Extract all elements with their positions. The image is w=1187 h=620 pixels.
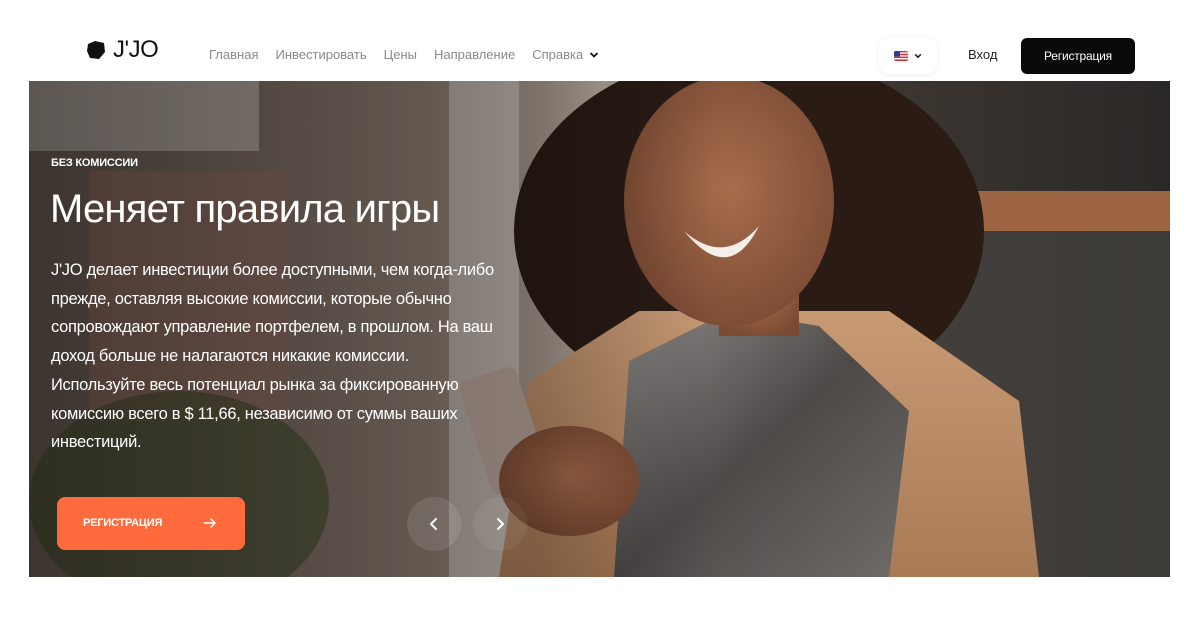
- logo-mark-icon: [87, 41, 105, 59]
- chevron-down-icon: [914, 54, 922, 58]
- top-navigation: J'JO Главная Инвестировать Цены Направле…: [0, 0, 1187, 80]
- us-flag-icon: [894, 51, 908, 61]
- nav-item-invest[interactable]: Инвестировать: [275, 47, 366, 62]
- nav-item-help[interactable]: Справка: [532, 47, 599, 62]
- hero-content: БЕЗ КОМИССИИ Меняет правила игры J'JO де…: [29, 81, 1170, 577]
- hero-banner: БЕЗ КОМИССИИ Меняет правила игры J'JO де…: [29, 81, 1170, 577]
- chevron-left-icon: [430, 518, 437, 530]
- arrow-right-icon: [203, 518, 216, 528]
- nav-item-home[interactable]: Главная: [209, 47, 258, 62]
- main-menu: Главная Инвестировать Цены Направление С…: [209, 47, 599, 62]
- hero-description: J'JO делает инвестиции более доступными,…: [51, 261, 494, 452]
- signup-button[interactable]: Регистрация: [1021, 38, 1135, 74]
- language-selector[interactable]: [879, 38, 937, 74]
- hero-signup-button[interactable]: РЕГИСТРАЦИЯ: [57, 497, 245, 550]
- login-link[interactable]: Вход: [968, 47, 997, 62]
- brand-logo[interactable]: J'JO: [85, 36, 159, 63]
- hero-signup-label: РЕГИСТРАЦИЯ: [83, 517, 163, 529]
- hero-badge: БЕЗ КОМИССИИ: [51, 157, 138, 169]
- chevron-right-icon: [497, 518, 504, 530]
- brand-name: J'JO: [113, 36, 159, 63]
- nav-item-help-label: Справка: [532, 47, 584, 62]
- nav-item-pricing[interactable]: Цены: [384, 47, 417, 62]
- slider-prev-button[interactable]: [407, 497, 461, 551]
- slider-next-button[interactable]: [473, 497, 527, 551]
- chevron-down-icon: [590, 52, 599, 57]
- nav-item-direction[interactable]: Направление: [434, 47, 515, 62]
- hero-title: Меняет правила игры: [50, 187, 440, 231]
